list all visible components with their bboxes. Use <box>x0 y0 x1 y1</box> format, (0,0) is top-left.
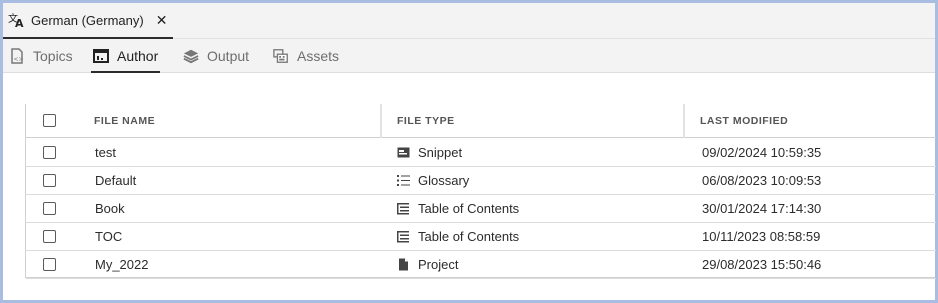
toc-icon <box>397 230 410 243</box>
last-modified: 09/02/2024 10:59:35 <box>702 145 822 160</box>
file-type-cell: Table of Contents <box>397 195 519 222</box>
file-type-cell: Project <box>397 251 458 278</box>
close-icon[interactable]: ✕ <box>156 12 168 29</box>
column-header-last-modified[interactable]: LAST MODIFIED <box>700 104 788 138</box>
file-name: My_2022 <box>95 257 149 272</box>
last-modified: 10/11/2023 08:58:59 <box>702 229 821 244</box>
file-type-cell: Table of Contents <box>397 223 519 250</box>
row-checkbox[interactable] <box>43 174 56 187</box>
file-name: TOC <box>95 229 123 244</box>
file-name: Book <box>95 201 125 216</box>
document-tab-bar: 文 A German (Germany) ✕ <box>3 3 935 39</box>
last-modified: 30/01/2024 17:14:30 <box>702 201 822 216</box>
row-checkbox[interactable] <box>43 258 56 271</box>
tab-topics[interactable]: <> Topics <box>9 39 73 73</box>
row-checkbox[interactable] <box>43 230 56 243</box>
document-tab-title: German (Germany) <box>31 12 144 28</box>
column-header-file-name[interactable]: FILE NAME <box>94 104 155 138</box>
table-row[interactable]: Book Table of Contents 30/01/2024 17:14:… <box>26 195 936 223</box>
project-icon <box>397 258 410 271</box>
table-row[interactable]: TOC Table of Contents 10/11/2023 08:58:5… <box>26 223 936 251</box>
column-header-file-type[interactable]: FILE TYPE <box>397 104 455 138</box>
table-row[interactable]: My_2022 Project 29/08/2023 15:50:46 <box>26 251 936 279</box>
row-checkbox[interactable] <box>43 202 56 215</box>
row-checkbox[interactable] <box>43 146 56 159</box>
author-icon <box>93 48 109 64</box>
glossary-icon <box>397 174 410 187</box>
file-type: Table of Contents <box>418 229 520 244</box>
document-tab[interactable]: 文 A German (Germany) ✕ <box>3 3 173 39</box>
svg-text:A: A <box>15 17 24 29</box>
file-type: Snippet <box>418 145 463 160</box>
tab-assets[interactable]: Assets <box>273 39 339 73</box>
topics-icon: <> <box>9 48 25 64</box>
column-resize-handle[interactable] <box>380 104 382 138</box>
tab-label: Topics <box>33 48 73 64</box>
app-frame: 文 A German (Germany) ✕ <> Topics Author … <box>0 0 938 303</box>
tab-label: Assets <box>297 48 340 64</box>
select-all-checkbox[interactable] <box>43 114 56 127</box>
svg-text:<>: <> <box>14 56 24 63</box>
tab-label: Output <box>207 48 250 64</box>
file-name: test <box>95 145 116 160</box>
file-type: Table of Contents <box>418 201 520 216</box>
translate-icon: 文 A <box>8 11 26 29</box>
snippet-icon <box>397 146 410 159</box>
assets-icon <box>273 48 289 64</box>
table-row[interactable]: Default Glossary 06/08/2023 10:09:53 <box>26 167 936 195</box>
last-modified: 06/08/2023 10:09:53 <box>702 173 822 188</box>
column-resize-handle[interactable] <box>683 104 685 138</box>
nav-tab-bar: <> Topics Author Output Assets <box>3 39 935 73</box>
file-type: Project <box>418 257 459 272</box>
file-table: FILE NAME FILE TYPE LAST MODIFIED test S… <box>25 104 936 279</box>
table-row[interactable]: test Snippet 09/02/2024 10:59:35 <box>26 139 936 167</box>
layers-icon <box>183 48 199 64</box>
last-modified: 29/08/2023 15:50:46 <box>702 257 822 272</box>
table-header: FILE NAME FILE TYPE LAST MODIFIED <box>26 104 936 138</box>
tab-label: Author <box>117 48 159 64</box>
tab-output[interactable]: Output <box>183 39 249 73</box>
toc-icon <box>397 202 410 215</box>
file-type-cell: Glossary <box>397 167 469 194</box>
file-type-cell: Snippet <box>397 139 462 166</box>
file-type: Glossary <box>418 173 470 188</box>
file-name: Default <box>95 173 137 188</box>
tab-author[interactable]: Author <box>90 39 161 73</box>
